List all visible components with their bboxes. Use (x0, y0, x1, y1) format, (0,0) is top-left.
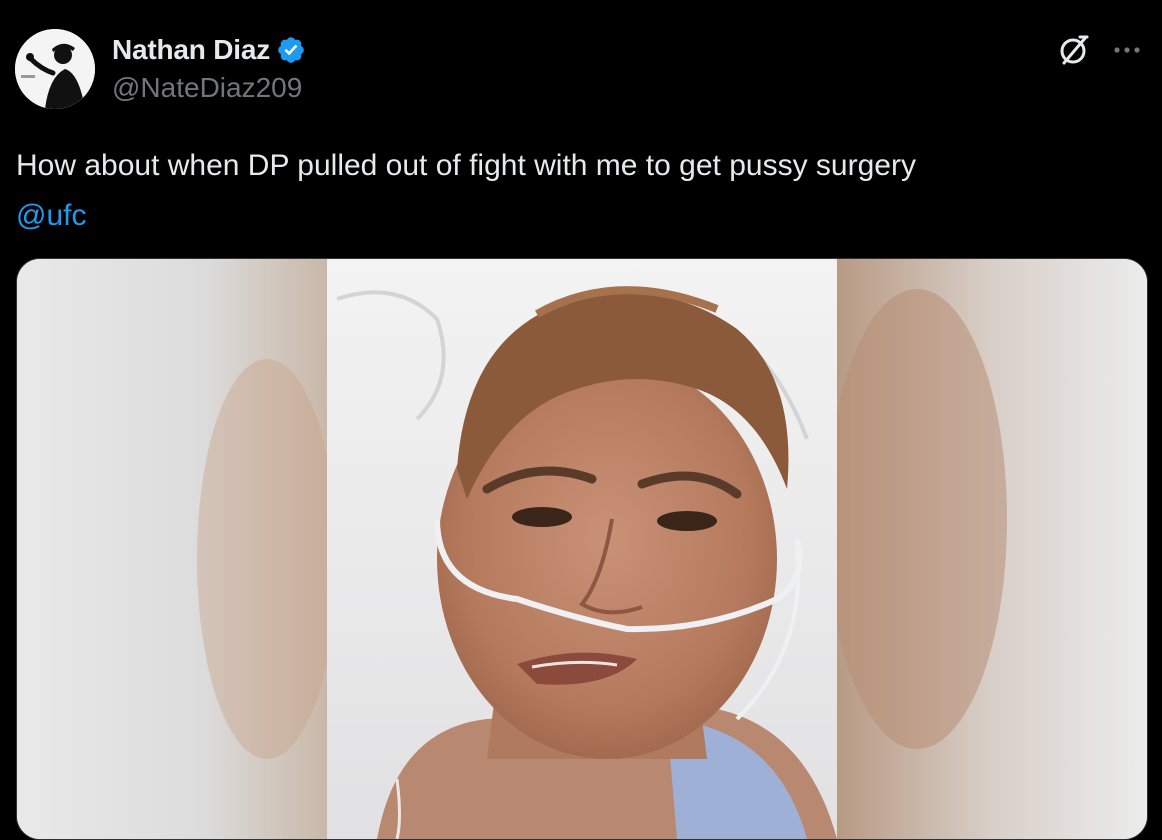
grok-icon[interactable] (1056, 32, 1092, 68)
tweet-card: Nathan Diaz @NateDiaz209 How about when … (0, 0, 1162, 840)
more-options-icon[interactable] (1110, 38, 1146, 62)
video-thumbnail-image (17, 259, 1147, 839)
author-display-name[interactable]: Nathan Diaz (112, 34, 270, 66)
author-name-row: Nathan Diaz (112, 30, 306, 70)
tweet-text: How about when DP pulled out of fight wi… (16, 141, 1136, 241)
verified-badge-icon (276, 35, 306, 65)
avatar[interactable] (15, 29, 95, 109)
tweet-media-video[interactable] (16, 258, 1148, 840)
mention-link[interactable]: @ufc (16, 191, 1136, 241)
tweet-text-line: How about when DP pulled out of fight wi… (16, 149, 916, 182)
avatar-image (15, 29, 95, 109)
author-handle[interactable]: @NateDiaz209 (112, 72, 302, 104)
